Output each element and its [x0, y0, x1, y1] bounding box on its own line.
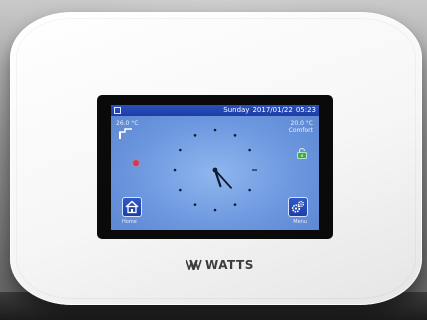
time-text: 05:23: [295, 106, 316, 114]
watts-w-mark-icon: [185, 259, 202, 272]
clock-hub: [212, 167, 218, 173]
analog-clock: [173, 128, 257, 212]
clock-marker: [179, 188, 182, 192]
status-bar: Sunday 2017/01/22 05:23: [111, 105, 319, 116]
gears-icon: [291, 200, 305, 213]
right-temperature: 20.0 °C: [290, 120, 313, 127]
clock-marker: [173, 168, 177, 172]
clock-marker: [248, 188, 251, 192]
home-icon: [125, 200, 139, 214]
watts-logo: WATTS: [185, 258, 254, 272]
clock-marker: [213, 208, 217, 212]
logo-text: WATTS: [205, 258, 254, 272]
clock-marker: [248, 148, 251, 152]
touch-screen[interactable]: Sunday 2017/01/22 05:23 26.0 °C 20.0 °C Co…: [111, 105, 319, 230]
clock-marker: [193, 203, 197, 206]
setpoint-graph-icon: [119, 128, 132, 139]
menu-icon[interactable]: [114, 107, 121, 114]
heating-indicator-icon: [133, 160, 139, 166]
home-button[interactable]: [122, 197, 142, 217]
menu-label: Menu: [293, 219, 307, 225]
date-time: Sunday 2017/01/22 05:23: [220, 106, 316, 115]
date-text: 2017/01/22: [252, 106, 293, 114]
clock-marker: [193, 134, 197, 137]
clock-marker: [213, 128, 217, 132]
unlocked-padlock-icon[interactable]: [297, 148, 307, 159]
home-label: Home: [122, 219, 137, 225]
clock-marker: [233, 134, 237, 137]
clock-marker: [179, 148, 182, 152]
mode-label: Comfort: [288, 127, 313, 134]
clock-marker: [233, 203, 237, 206]
day-text: Sunday: [223, 106, 250, 114]
menu-button[interactable]: [288, 197, 308, 217]
left-temperature: 26.0 °C: [116, 120, 139, 127]
